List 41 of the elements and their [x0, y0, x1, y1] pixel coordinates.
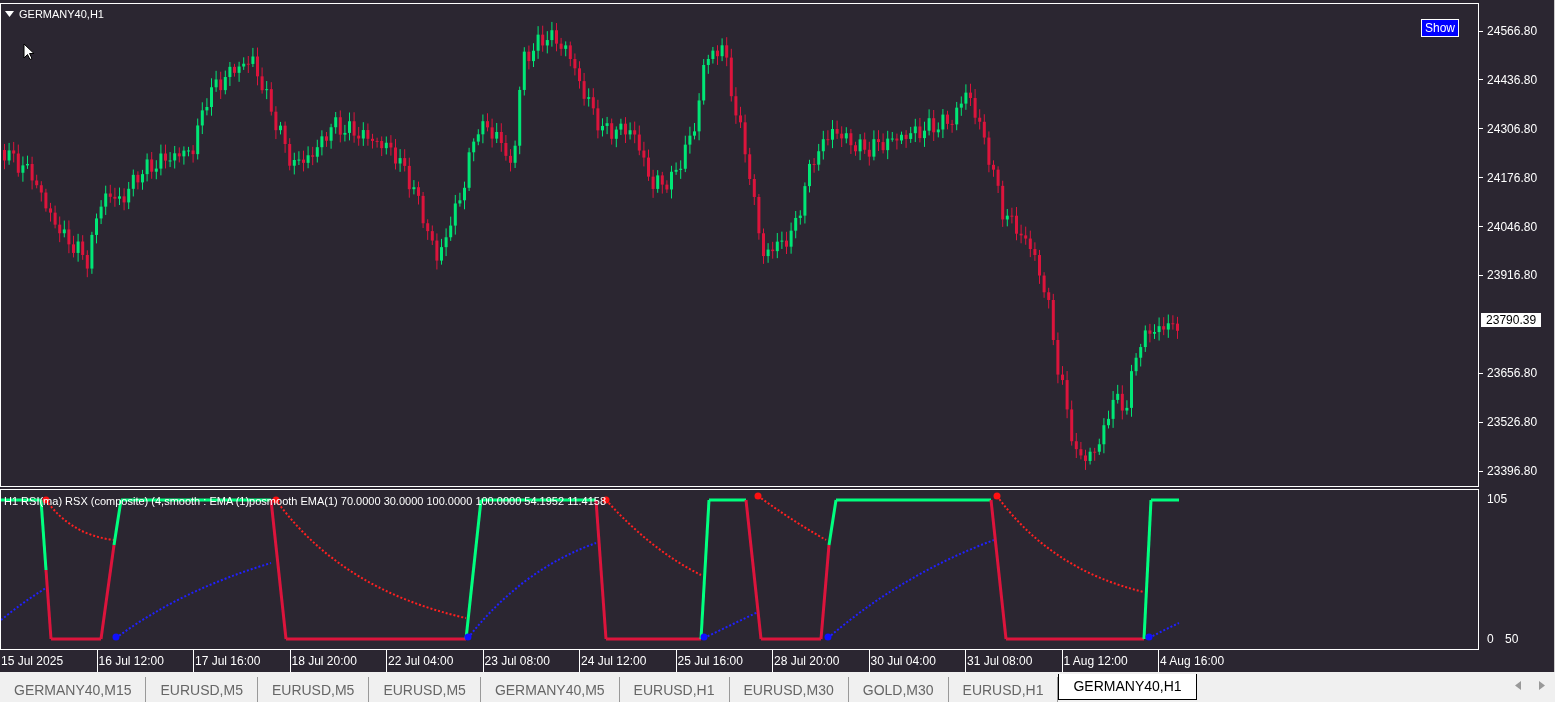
time-label: 24 Jul 12:00	[581, 653, 647, 671]
time-label: 30 Jul 04:00	[870, 653, 936, 671]
time-label: 4 Aug 16:00	[1160, 653, 1225, 671]
price-label: 24566.80	[1487, 23, 1538, 40]
current-price-label: 23790.39	[1481, 313, 1542, 327]
time-label: 28 Jul 20:00	[774, 653, 840, 671]
time-label: 25 Jul 16:00	[677, 653, 743, 671]
price-label: 24046.80	[1487, 218, 1538, 236]
chart-tab[interactable]: EURUSD,M30	[729, 677, 849, 702]
price-label: 24436.80	[1487, 71, 1538, 89]
time-label: 16 Jul 12:00	[98, 653, 164, 671]
price-label: 23396.80	[1487, 463, 1538, 481]
time-label: 17 Jul 16:00	[195, 653, 261, 671]
mouse-cursor-icon	[23, 43, 34, 60]
chart-tab[interactable]: GOLD,M30	[848, 677, 949, 702]
show-button[interactable]: Show	[1421, 19, 1460, 37]
chart-tab[interactable]: EURUSD,M5	[369, 677, 481, 702]
chart-tab[interactable]: GERMANY40,M5	[480, 677, 620, 702]
time-label: 31 Jul 08:00	[967, 653, 1033, 671]
chart-tab[interactable]: EURUSD,M5	[146, 677, 258, 702]
indicator-scale-label: 105	[1487, 491, 1508, 509]
price-label: 23526.80	[1487, 414, 1538, 432]
time-label: 22 Jul 04:00	[388, 653, 454, 671]
time-label: 15 Jul 2025	[1, 653, 64, 671]
chart-tab[interactable]: EURUSD,H1	[619, 677, 730, 702]
chart-tab[interactable]: EURUSD,M5	[257, 677, 370, 702]
price-label: 24176.80	[1487, 169, 1538, 187]
scroll-left-icon[interactable]	[1515, 681, 1521, 690]
time-label: 1 Aug 12:00	[1063, 653, 1128, 671]
chart-title: GERMANY40,H1	[19, 7, 104, 22]
price-label: 23916.80	[1487, 267, 1538, 285]
chart-tab[interactable]: GERMANY40,M15	[0, 677, 147, 702]
indicator-scale-label: 0	[1487, 631, 1494, 649]
price-label: 23656.80	[1487, 365, 1538, 383]
price-label: 24306.80	[1487, 120, 1538, 138]
scroll-right-icon[interactable]	[1539, 681, 1545, 690]
time-label: 23 Jul 08:00	[484, 653, 550, 671]
time-label: 18 Jul 20:00	[291, 653, 357, 671]
dropdown-triangle-icon[interactable]	[5, 11, 14, 18]
chart-tab[interactable]: GERMANY40,H1	[1058, 674, 1197, 700]
indicator-scale-label: 50	[1505, 631, 1519, 649]
